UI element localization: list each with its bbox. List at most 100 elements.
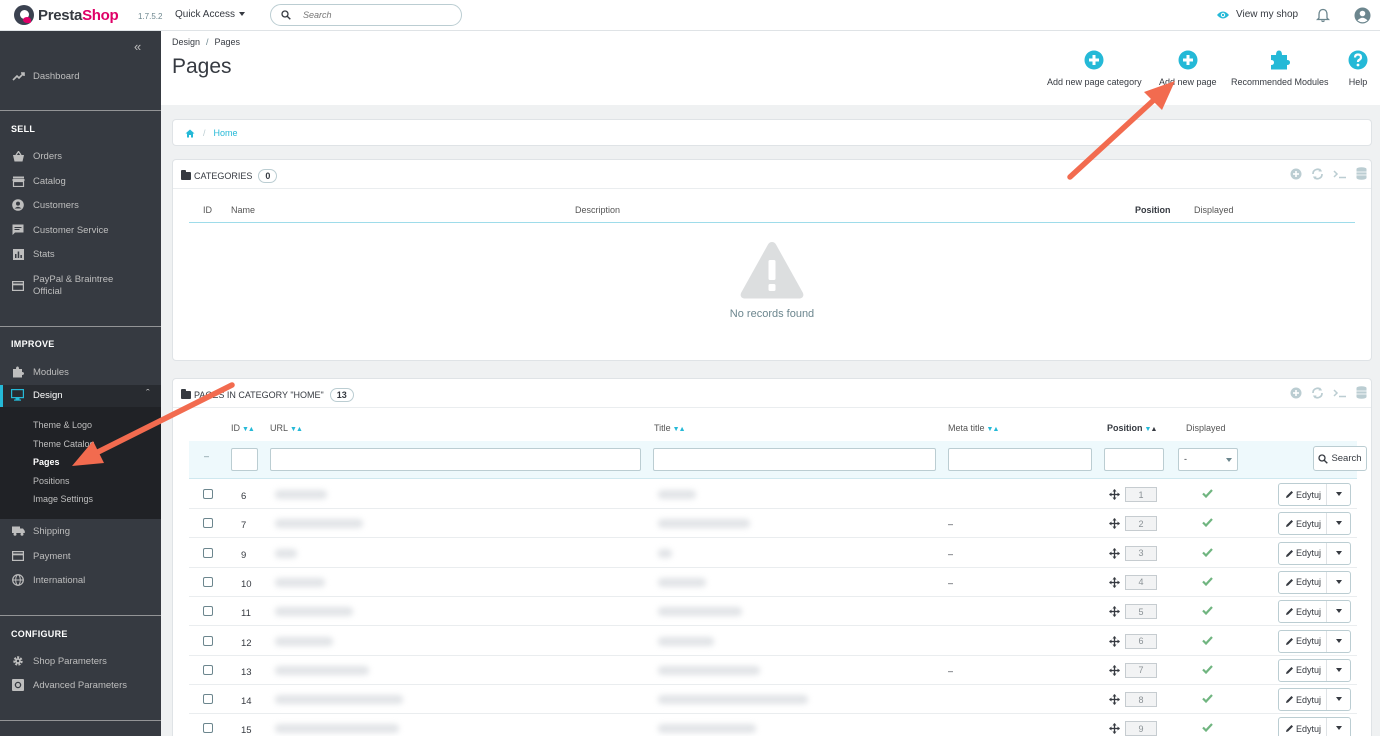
check-icon[interactable] [1202,577,1213,586]
notifications-bell-icon[interactable] [1316,8,1330,23]
sidebar-item-dashboard[interactable]: Dashboard [0,66,161,86]
edit-button[interactable]: Edytuj [1278,717,1351,736]
search-button[interactable]: Search [1313,446,1367,471]
sidebar-item-customers[interactable]: Customers [0,195,161,215]
table-row[interactable]: 7 – 2 Edytuj [189,509,1357,539]
terminal-icon[interactable] [1333,388,1347,398]
user-account-icon[interactable] [1354,7,1371,24]
caret-down-icon[interactable] [1336,726,1342,731]
submenu-item-theme-catalog[interactable]: Theme Catalog [33,439,95,449]
row-checkbox[interactable] [203,664,213,675]
sidebar-item-customer-service[interactable]: Customer Service [0,220,161,240]
sidebar-item-design[interactable]: Design ˆ [0,385,161,407]
check-icon[interactable] [1202,723,1213,733]
filter-meta-title-input[interactable] [948,448,1092,471]
row-checkbox[interactable] [203,576,213,587]
refresh-icon[interactable] [1311,387,1324,399]
submenu-item-theme-logo[interactable]: Theme & Logo [33,420,92,430]
sort-arrows-icon[interactable]: ▼▲ [673,426,686,433]
edit-button[interactable]: Edytuj [1278,483,1351,506]
filter-displayed-select[interactable]: - [1178,448,1238,471]
check-icon[interactable] [1202,606,1213,616]
refresh-icon[interactable] [1311,168,1324,180]
check-icon[interactable] [1202,489,1213,498]
sort-arrows-icon[interactable]: ▼▲ [987,426,1000,433]
collapse-sidebar-icon[interactable]: « [134,39,141,54]
drag-handle-icon[interactable] [1109,576,1120,588]
sort-arrows-icon[interactable]: ▼▲ [1145,426,1158,433]
breadcrumb-link-design[interactable]: Design [172,37,200,47]
drag-handle-icon[interactable] [1109,723,1120,735]
add-circle-icon[interactable] [1290,387,1302,399]
column-header-title[interactable]: Title ▼▲ [654,423,686,433]
sidebar-item-catalog[interactable]: Catalog [0,171,161,191]
sidebar-item-modules[interactable]: Modules [0,362,161,382]
recommended-modules-button[interactable]: Recommended Modules [1231,49,1329,87]
sidebar-item-payment[interactable]: Payment [0,546,161,566]
table-row[interactable]: 12 6 Edytuj [189,627,1357,656]
sort-arrows-icon[interactable]: ▼▲ [290,426,303,433]
filter-title-input[interactable] [653,448,936,471]
drag-handle-icon[interactable] [1109,489,1120,500]
caret-down-icon[interactable] [1336,609,1342,614]
table-row[interactable]: 13 – 7 Edytuj [189,656,1357,685]
sort-arrows-icon[interactable]: ▼▲ [242,426,255,433]
row-checkbox[interactable] [203,694,213,705]
check-icon[interactable] [1202,547,1213,557]
table-row[interactable]: 15 9 Edytuj [189,714,1357,736]
caret-down-icon[interactable] [1336,550,1342,555]
home-icon[interactable] [185,129,195,138]
drag-handle-icon[interactable] [1109,547,1120,559]
edit-button[interactable]: Edytuj [1278,570,1351,594]
drag-handle-icon[interactable] [1109,635,1120,647]
submenu-item-positions[interactable]: Positions [33,476,70,486]
sidebar-item-shipping[interactable]: Shipping [0,521,161,541]
row-checkbox[interactable] [203,518,213,529]
filter-position-input[interactable] [1104,448,1164,471]
row-checkbox[interactable] [203,723,213,734]
breadcrumb-home-link[interactable]: Home [214,128,238,138]
edit-button[interactable]: Edytuj [1278,658,1351,682]
check-icon[interactable] [1202,694,1213,704]
sidebar-item-stats[interactable]: Stats [0,244,161,264]
edit-button[interactable]: Edytuj [1278,688,1351,712]
sidebar-item-shop-parameters[interactable]: Shop Parameters [0,651,161,671]
submenu-item-pages[interactable]: Pages [33,457,60,467]
add-new-page-category-button[interactable]: Add new page category [1047,49,1142,87]
caret-down-icon[interactable] [1336,521,1342,526]
submenu-item-image-settings[interactable]: Image Settings [33,494,93,504]
table-row[interactable]: 14 8 Edytuj [189,685,1357,715]
sidebar-item-paypal[interactable]: PayPal & Braintree Official [0,273,161,299]
caret-down-icon[interactable] [1336,667,1342,672]
drag-handle-icon[interactable] [1109,606,1120,618]
edit-button[interactable]: Edytuj [1278,600,1351,624]
check-icon[interactable] [1202,665,1213,674]
search-box[interactable] [270,4,462,26]
drag-handle-icon[interactable] [1109,518,1120,530]
sidebar-item-orders[interactable]: Orders [0,146,161,166]
row-checkbox[interactable] [203,547,213,558]
add-circle-icon[interactable] [1290,168,1302,180]
caret-down-icon[interactable] [1336,579,1342,584]
table-row[interactable]: 11 5 Edytuj [189,597,1357,627]
sidebar-item-international[interactable]: International [0,570,161,590]
prestashop-logo[interactable]: PrestaShop [14,5,119,25]
column-header-position[interactable]: Position ▼▲ [1107,423,1158,433]
check-icon[interactable] [1202,635,1213,645]
search-input[interactable] [303,8,453,22]
table-row[interactable]: 6 1 Edytuj [189,480,1357,509]
drag-handle-icon[interactable] [1109,664,1120,676]
database-icon[interactable] [1356,386,1367,399]
caret-down-icon[interactable] [1336,492,1342,496]
caret-down-icon[interactable] [1336,638,1342,643]
filter-url-input[interactable] [270,448,641,471]
quick-access-dropdown[interactable]: Quick Access [175,9,245,20]
check-icon[interactable] [1202,518,1213,528]
table-row[interactable]: 9 – 3 Edytuj [189,539,1357,568]
edit-button[interactable]: Edytuj [1278,512,1351,536]
row-checkbox[interactable] [203,635,213,646]
column-header-url[interactable]: URL ▼▲ [270,423,303,433]
filter-id-input[interactable] [231,448,258,471]
database-icon[interactable] [1356,167,1367,180]
sidebar-item-advanced-parameters[interactable]: Advanced Parameters [0,675,161,695]
